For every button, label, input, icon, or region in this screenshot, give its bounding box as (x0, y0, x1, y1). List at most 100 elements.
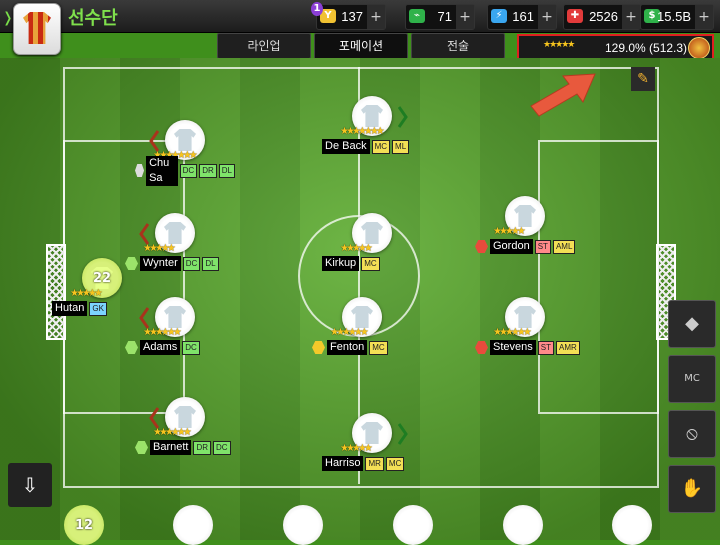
player-info: Stevens ST AMR (475, 340, 580, 355)
player-name: Chu Sa (146, 155, 178, 186)
position-tag: ST (537, 340, 554, 355)
player-card[interactable]: ★★★★★★ Stevens ST AMR (475, 297, 580, 367)
player-name: Wynter (140, 256, 181, 271)
chevron-left-icon (149, 130, 160, 152)
player-name: Adams (140, 340, 181, 355)
bench-player[interactable] (612, 505, 652, 545)
position-tag: ST (534, 239, 551, 254)
team-logo[interactable] (13, 3, 61, 55)
resource-plus-button[interactable]: + (622, 5, 640, 29)
bench-player[interactable] (503, 505, 543, 545)
swap-icon[interactable]: ◆ (668, 300, 716, 348)
player-stars: ★★★★★★ (493, 327, 532, 338)
player-info: Wynter DC DL (125, 256, 219, 271)
player-info: Harriso MR MC (322, 456, 405, 471)
resource-plus-button[interactable]: + (538, 5, 556, 29)
player-name: Fenton (327, 340, 368, 355)
player-stars: ★★★★★ (493, 226, 526, 237)
position-tag: AML (552, 239, 576, 254)
resource-icon: ⚡ (491, 9, 507, 23)
strength-stars: ★★★★★ (543, 40, 575, 50)
edit-pencil-icon[interactable]: ✎ (631, 67, 655, 91)
player-status-hex-icon (135, 441, 148, 454)
resource-value: 137 (341, 9, 363, 24)
resource-icon: ✚ (567, 9, 583, 23)
mc-formation-icon[interactable]: MC (668, 355, 716, 403)
position-tag: DC (182, 340, 200, 355)
player-card[interactable]: ★★★★★★★Chu SaDCDRDL (135, 120, 235, 190)
player-stars: ★★★★★ (340, 243, 373, 254)
position-tag: DR (199, 163, 217, 178)
resource-value: 2526 (589, 9, 618, 24)
team-badge-icon (688, 37, 710, 59)
resource-icon: ⌁ (409, 9, 425, 23)
position-tag: MR (365, 456, 384, 471)
handshake-icon[interactable]: ✋ (668, 465, 716, 513)
resource-plus-button[interactable]: + (456, 5, 474, 29)
resource-4: $15.5B + (640, 4, 714, 30)
player-info: Gordon ST AML (475, 239, 576, 254)
player-status-hex-icon (312, 341, 325, 354)
player-card[interactable]: ★★★★★ Kirkup MC (322, 213, 422, 283)
player-name: Kirkup (322, 256, 360, 271)
player-card[interactable]: ★★★★★ Harriso MR MC (322, 413, 422, 483)
back-arrow-icon[interactable]: ❭ (2, 10, 14, 26)
position-tag: GK (89, 301, 107, 316)
player-stars: ★★★★★★★ (340, 126, 385, 137)
bench-player[interactable]: 12 (64, 505, 104, 545)
tab-formation[interactable]: 포메이션 (314, 33, 408, 60)
player-stars: ★★★★★ (340, 443, 373, 454)
resource-badge: 1 (311, 2, 323, 16)
position-tag: MC (361, 256, 380, 271)
player-info: Adams DC (125, 340, 200, 355)
bench-player-number: 12 (74, 518, 94, 533)
player-card[interactable]: ★★★★★★★ De Back MC ML (322, 96, 422, 166)
position-tag: ML (392, 139, 410, 154)
resource-plus-button[interactable]: + (367, 5, 385, 29)
resource-value: 71 (437, 9, 452, 24)
resource-plus-button[interactable]: + (695, 5, 713, 29)
resource-3: ✚ 2526 + (563, 4, 641, 30)
player-stars: ★★★★★★ (330, 327, 369, 338)
bench-player[interactable] (283, 505, 323, 545)
chevron-left-icon (139, 223, 150, 245)
player-status-hex-icon (125, 257, 138, 270)
team-strength-value: 129.0% (512.3) (605, 41, 688, 55)
player-status-hex-icon (135, 164, 145, 177)
position-tag: MC (385, 456, 405, 471)
player-status-hex-icon (475, 341, 488, 354)
player-status-hex-icon (125, 341, 138, 354)
player-info: De Back MC ML (322, 139, 410, 154)
page-title: 선수단 (68, 8, 118, 29)
player-name: Barnett (150, 440, 192, 455)
player-stars: ★★★★★ (70, 288, 103, 299)
player-info: Chu Sa DC DR DL (135, 155, 235, 186)
resource-value: 161 (512, 9, 534, 24)
hint-arrow-icon (530, 73, 596, 117)
player-card[interactable]: ★★★★★ Wynter DC DL (125, 213, 225, 283)
position-tag: DR (193, 440, 212, 455)
resource-value: 15.5B (657, 9, 691, 24)
resource-0: Y 1 137 + (311, 2, 386, 30)
position-tag: DC (179, 163, 198, 178)
player-number: 22 (92, 271, 112, 286)
player-info: Barnett DR DC (135, 440, 231, 455)
chevron-right-icon (397, 106, 408, 128)
bench-player[interactable] (173, 505, 213, 545)
bench-player[interactable] (393, 505, 433, 545)
player-card[interactable]: ★★★★★★ Fenton MC (312, 297, 412, 367)
position-tag: AMR (555, 340, 580, 355)
player-card[interactable]: ★★★★★★ Barnett DR DC (135, 397, 235, 467)
position-tag: DC (213, 440, 231, 455)
tab-tactics[interactable]: 전술 (411, 33, 505, 59)
player-card[interactable]: ★★★★★ Gordon ST AML (475, 196, 576, 266)
no-entry-icon[interactable]: ⦸ (668, 410, 716, 458)
save-formation-button[interactable]: ⇩ (8, 463, 52, 507)
position-tag: DC (182, 256, 201, 271)
position-tag: MC (371, 139, 391, 154)
tab-lineup[interactable]: 라인업 (217, 33, 311, 59)
player-card[interactable]: ★★★★★★ Adams DC (125, 297, 225, 367)
position-tag: DL (218, 163, 235, 178)
team-shirt-icon (23, 12, 51, 44)
player-status-hex-icon (475, 240, 488, 253)
